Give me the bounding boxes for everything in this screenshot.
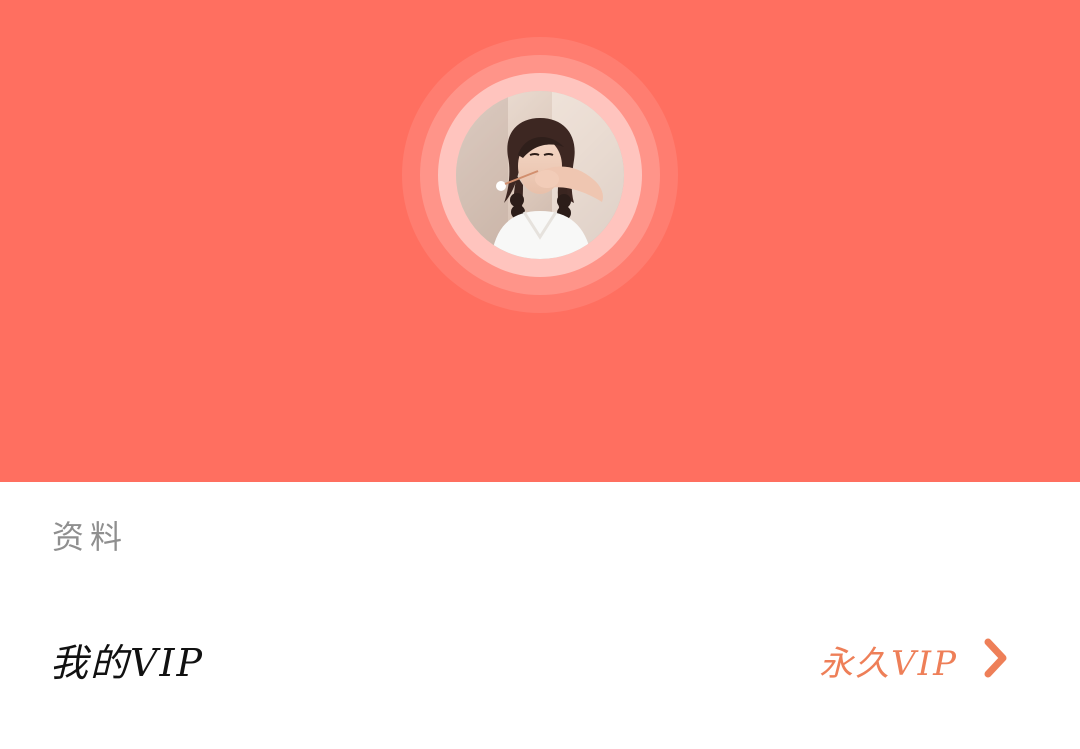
avatar[interactable] (456, 91, 624, 259)
vip-value: 永久VIP (819, 644, 958, 684)
profile-header (0, 0, 1080, 482)
avatar-photo-icon (456, 91, 624, 259)
profile-screen: 资料 我的VIP 永久VIP (0, 0, 1080, 749)
vip-row[interactable]: 我的VIP 永久VIP (0, 614, 1080, 704)
section-title: 资料 (52, 518, 129, 556)
vip-label: 我的VIP (50, 641, 205, 685)
avatar-rings (402, 37, 678, 313)
chevron-right-icon (984, 638, 1007, 678)
